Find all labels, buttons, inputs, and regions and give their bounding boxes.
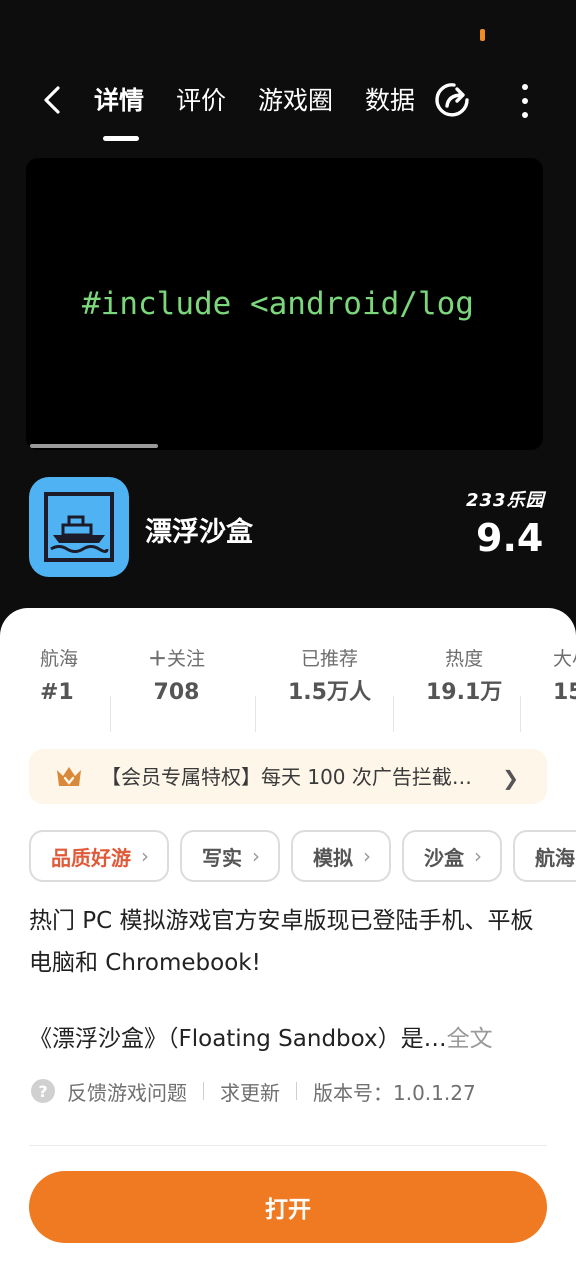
open-button[interactable]: 打开 [29, 1171, 547, 1243]
meta-row: ? 反馈游戏问题 求更新 版本号：1.0.1.27 [31, 1076, 476, 1106]
meta-divider [203, 1082, 204, 1100]
description-summary: 《漂浮沙盒》（Floating Sandbox）是…全文 [29, 1026, 493, 1052]
chevron-right-icon: ❯ [502, 766, 519, 790]
request-update-link[interactable]: 求更新 [220, 1077, 280, 1106]
status-indicator [480, 29, 485, 41]
tab-bar: 详情 评价 游戏圈 数据 [94, 82, 424, 132]
stat-follow[interactable]: ＋关注 708 [148, 646, 205, 710]
tab-reviews[interactable]: 评价 [176, 82, 226, 132]
meta-divider [296, 1082, 297, 1100]
platform-logo: 233乐园 [466, 490, 545, 511]
active-tab-indicator [103, 136, 139, 141]
app-icon [29, 477, 129, 577]
tag-simulation[interactable]: 模拟 › [291, 830, 391, 882]
share-icon[interactable] [434, 80, 474, 120]
tab-game-circle[interactable]: 游戏圈 [258, 82, 333, 132]
version-number: 版本号：1.0.1.27 [313, 1080, 476, 1105]
more-options-icon[interactable] [518, 84, 532, 118]
video-player[interactable]: #include <android/log [26, 158, 543, 450]
question-icon: ? [31, 1079, 55, 1103]
video-progress-bar[interactable] [30, 444, 158, 448]
back-arrow-icon[interactable] [36, 82, 68, 118]
chevron-right-icon: › [252, 844, 260, 868]
tag-navigation[interactable]: 航海› [513, 830, 576, 882]
tag-list: 品质好游› 写实› 模拟› 沙盒› 航海› [29, 830, 576, 882]
stat-divider [520, 696, 521, 732]
tag-realistic[interactable]: 写实 › [180, 830, 280, 882]
divider [29, 1145, 547, 1146]
details-sheet: 航海 #1 ＋关注 708 已推荐 1.5万人 热度 19.1万 大小 15 【… [0, 608, 576, 1280]
video-frame-text: #include <android/log [82, 286, 474, 322]
stat-divider [393, 696, 394, 732]
app-name: 漂浮沙盒 [145, 517, 253, 548]
stat-popularity[interactable]: 热度 19.1万 [426, 646, 502, 710]
tag-quality[interactable]: 品质好游 › [29, 830, 169, 882]
feedback-link[interactable]: 反馈游戏问题 [67, 1077, 187, 1106]
stats-row: 航海 #1 ＋关注 708 已推荐 1.5万人 热度 19.1万 大小 15 [0, 646, 576, 732]
stat-recommended[interactable]: 已推荐 1.5万人 [288, 646, 371, 710]
crown-icon [57, 767, 81, 786]
top-nav: 详情 评价 游戏圈 数据 [0, 70, 576, 141]
stat-divider [110, 696, 111, 732]
stat-size[interactable]: 大小 15 [553, 646, 576, 710]
ship-icon [44, 492, 114, 562]
chevron-right-icon: › [474, 844, 482, 868]
expand-full-link[interactable]: 全文 [447, 1026, 493, 1052]
plus-icon: ＋ [148, 648, 168, 670]
chevron-right-icon: › [141, 844, 149, 868]
app-rating: 9.4 [476, 516, 544, 560]
chevron-right-icon: › [363, 844, 371, 868]
tab-details[interactable]: 详情 [94, 82, 144, 132]
stat-rank[interactable]: 航海 #1 [40, 646, 78, 710]
tag-sandbox[interactable]: 沙盒 › [402, 830, 502, 882]
vip-banner-text: 【会员专属特权】每天 100 次广告拦截… [101, 765, 472, 789]
description-text: 热门 PC 模拟游戏官方安卓版现已登陆手机、平板电脑和 Chromebook! [29, 908, 534, 976]
vip-banner[interactable]: 【会员专属特权】每天 100 次广告拦截… ❯ [29, 749, 547, 804]
stat-divider [255, 696, 256, 732]
tab-data[interactable]: 数据 [365, 82, 415, 132]
